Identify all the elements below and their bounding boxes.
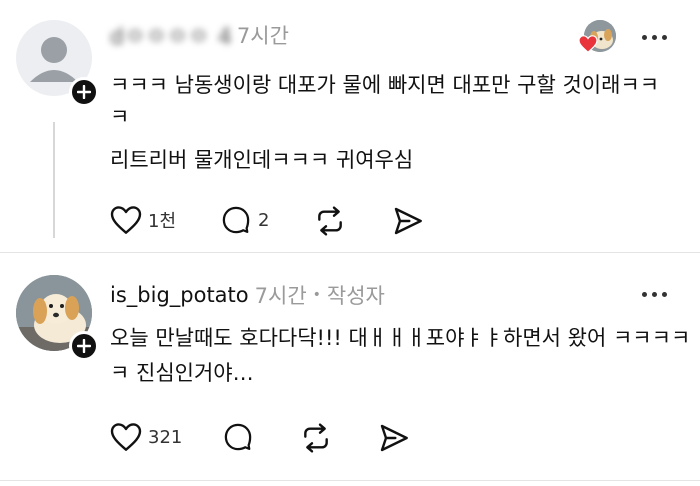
author-liked-avatar xyxy=(578,20,618,54)
comment-header: is_big_potato 7시간 • 작성자 xyxy=(110,280,385,310)
comment-text-line-1: ㅋㅋㅋ 남동생이랑 대포가 물에 빠지면 대포만 구할 것이래ㅋㅋ xyxy=(110,73,660,97)
follow-button[interactable] xyxy=(69,331,99,361)
more-icon xyxy=(642,35,647,40)
timestamp: 7시간 xyxy=(236,24,289,48)
like-button[interactable]: 1천 xyxy=(110,205,176,235)
like-count: 1천 xyxy=(148,211,177,232)
plus-icon xyxy=(77,85,91,99)
comment-2: is_big_potato 7시간 • 작성자 오늘 만날때도 호다다닥!!! … xyxy=(0,253,700,486)
comment-icon xyxy=(222,206,250,234)
thread-line xyxy=(53,122,55,238)
username-blurred[interactable]: dㅇㅇㅇㅇ 4 xyxy=(110,19,233,51)
comment-icon xyxy=(224,423,252,451)
comment-text-line-2: ㅋ xyxy=(110,105,130,129)
reply-button[interactable]: 2 xyxy=(220,205,269,235)
repost-icon xyxy=(304,423,328,453)
like-count: 321 xyxy=(148,426,183,448)
heart-icon xyxy=(110,206,142,234)
repost-button[interactable] xyxy=(314,205,346,237)
like-button[interactable]: 321 xyxy=(110,422,182,452)
plus-icon xyxy=(77,339,91,353)
comment-1: dㅇㅇㅇㅇ 4 7시간 ㅋㅋㅋ 남동생이랑 대포가 물에 빠지면 대포만 구할 … xyxy=(0,0,700,250)
share-button[interactable] xyxy=(378,422,410,454)
heart-filled-icon xyxy=(578,35,598,53)
comment-header: dㅇㅇㅇㅇ 4 7시간 xyxy=(110,20,289,50)
share-button[interactable] xyxy=(392,205,424,237)
reply-count: 2 xyxy=(258,209,270,231)
comment-text-line-3: 리트리버 물개인데ㅋㅋㅋ 귀여우심 xyxy=(110,148,414,172)
share-icon xyxy=(394,207,422,235)
comment-text-line-1: 오늘 만날때도 호다다닥!!! 대ㅐㅐㅐ포야ㅑㅑ하면서 왔어 ㅋㅋㅋㅋ xyxy=(110,326,691,350)
more-options-button[interactable] xyxy=(642,292,667,297)
separator-dot: • xyxy=(312,287,321,303)
more-icon xyxy=(642,292,647,297)
username[interactable]: is_big_potato xyxy=(110,283,249,307)
author-badge: 작성자 xyxy=(326,284,385,308)
reply-button[interactable] xyxy=(222,422,254,452)
share-icon xyxy=(380,424,408,452)
heart-icon xyxy=(110,423,142,451)
bottom-divider xyxy=(0,480,700,481)
follow-button[interactable] xyxy=(69,77,99,107)
repost-icon xyxy=(318,206,342,236)
repost-button[interactable] xyxy=(300,422,332,454)
comment-text-line-2: ㅋ 진심인거야… xyxy=(110,361,254,385)
more-options-button[interactable] xyxy=(642,35,667,40)
timestamp: 7시간 xyxy=(254,284,307,308)
